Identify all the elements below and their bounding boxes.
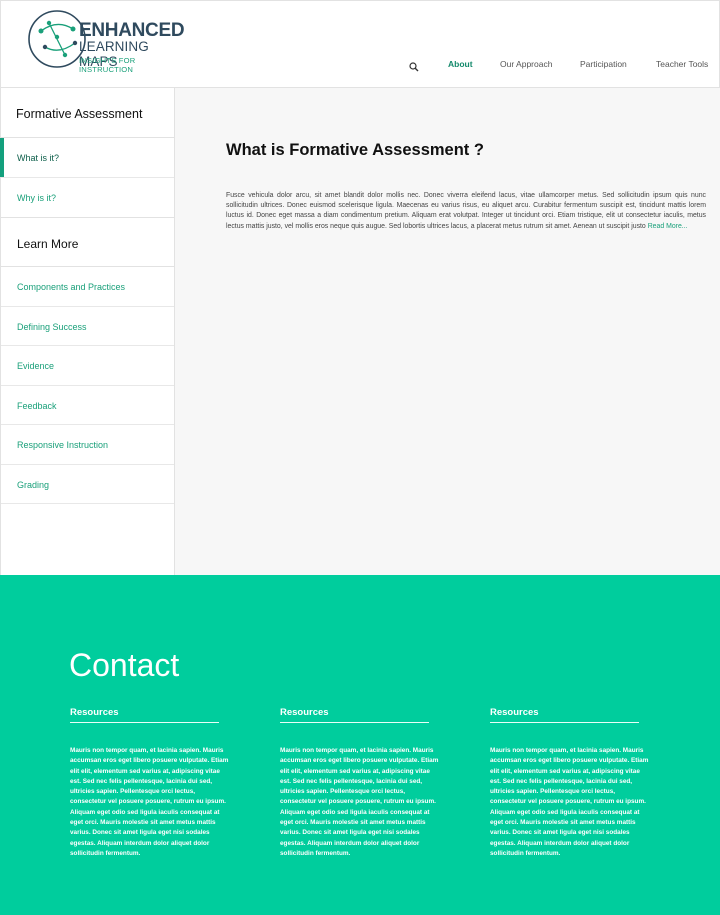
contact-footer: Contact Resources Mauris non tempor quam… [0, 575, 720, 915]
nav-teacher-tools[interactable]: Teacher Tools [656, 59, 708, 69]
footer-column-text: Mauris non tempor quam, et lacinia sapie… [280, 747, 439, 857]
sidebar-item-what-is-it[interactable]: What is it? [0, 138, 174, 178]
nav-participation[interactable]: Participation [580, 59, 627, 69]
article-text: Fusce vehicula dolor arcu, sit amet blan… [226, 192, 706, 230]
brand-logo[interactable]: ENHANCED LEARNING MAPS INSIGHTS FOR INST… [27, 9, 187, 74]
nav-our-approach[interactable]: Our Approach [500, 59, 552, 69]
article-body: Fusce vehicula dolor arcu, sit amet blan… [226, 191, 706, 232]
footer-column: Resources Mauris non tempor quam, et lac… [280, 707, 440, 859]
nav-about[interactable]: About [448, 59, 473, 69]
footer-column: Resources Mauris non tempor quam, et lac… [490, 707, 650, 859]
sidebar-item-why-is-it[interactable]: Why is it? [1, 178, 174, 218]
footer-column: Resources Mauris non tempor quam, et lac… [70, 707, 230, 859]
sidebar-item-grading[interactable]: Grading [1, 465, 174, 504]
sidebar-item-components[interactable]: Components and Practices [1, 267, 174, 307]
read-more-link[interactable]: Read More... [648, 223, 688, 230]
sidebar-item-feedback[interactable]: Feedback [1, 386, 174, 425]
footer-column-title: Resources [490, 707, 639, 723]
footer-column-title: Resources [280, 707, 429, 723]
logo-tagline: INSIGHTS FOR INSTRUCTION [79, 56, 136, 74]
footer-column-text: Mauris non tempor quam, et lacinia sapie… [70, 747, 229, 857]
sidebar-item-responsive-instruction[interactable]: Responsive Instruction [1, 425, 174, 465]
sidebar: Formative Assessment What is it? Why is … [0, 88, 175, 575]
main-content: What is Formative Assessment ? Fusce veh… [175, 88, 720, 575]
site-header: ENHANCED LEARNING MAPS INSIGHTS FOR INST… [0, 0, 720, 88]
footer-column-title: Resources [70, 707, 219, 723]
page-title: What is Formative Assessment ? [226, 141, 484, 159]
footer-column-text: Mauris non tempor quam, et lacinia sapie… [490, 747, 649, 857]
sidebar-item-defining-success[interactable]: Defining Success [1, 307, 174, 346]
sidebar-learn-more-title: Learn More [1, 217, 174, 267]
search-icon[interactable] [409, 59, 419, 72]
sidebar-section-title: Formative Assessment [1, 88, 174, 138]
sidebar-item-evidence[interactable]: Evidence [1, 346, 174, 386]
contact-title: Contact [69, 647, 180, 683]
